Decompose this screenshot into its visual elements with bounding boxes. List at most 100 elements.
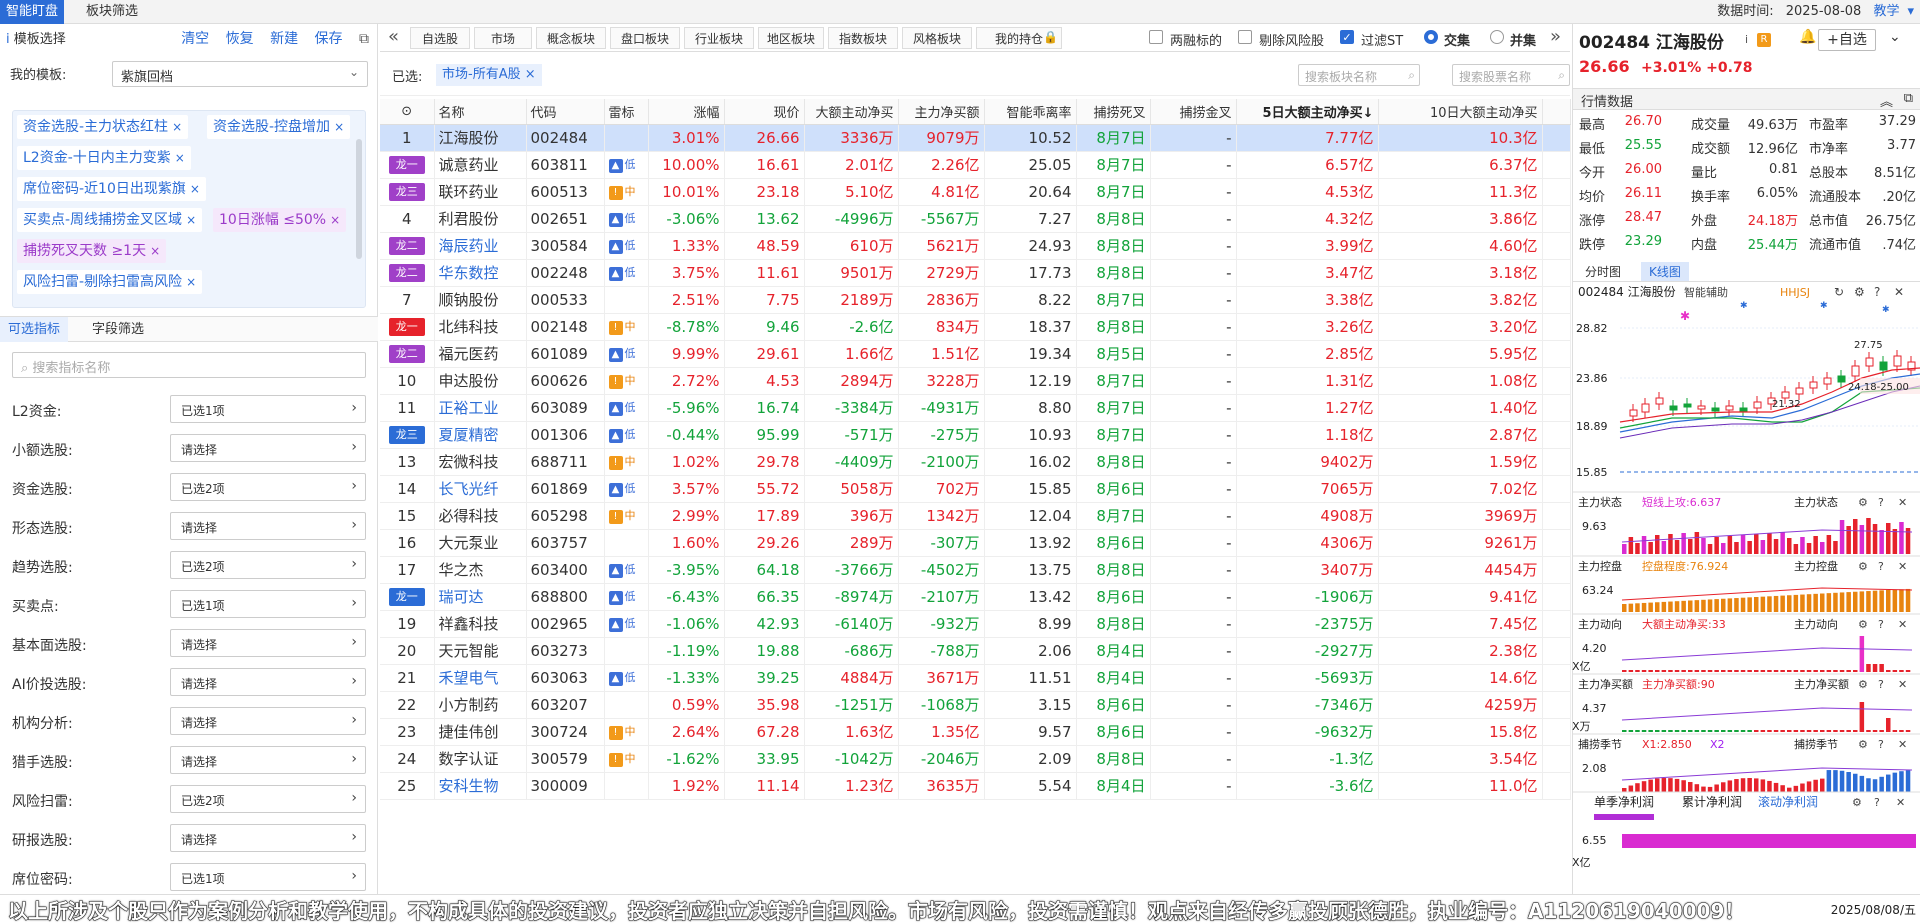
toolbar-tab[interactable]: 行业板块 xyxy=(684,27,754,49)
tab-minute[interactable]: 分时图 xyxy=(1579,262,1627,281)
condition-tag[interactable]: 10日涨幅 ≤50% × xyxy=(213,208,347,232)
info-icon[interactable]: ⅰ xyxy=(1745,33,1748,46)
toolbar-tab[interactable]: 指数板块 xyxy=(828,27,898,49)
table-row[interactable]: 16 大元泵业 603757 1.60% 29.26 289万 -307万 13… xyxy=(380,529,1571,557)
tab-fields[interactable]: 字段筛选 xyxy=(84,317,152,342)
col-5d-net[interactable]: 5日大额主动净买↓ xyxy=(1236,99,1379,125)
table-row[interactable]: 24 数字认证 300579 ! 中 -1.62% 33.95 -1042万 -2… xyxy=(380,745,1571,773)
table-row[interactable]: 龙二 华东数控 002248 ▲ 低 3.75% 11.61 9501万 2729… xyxy=(380,259,1571,287)
filter-select[interactable]: 请选择 › xyxy=(170,746,366,774)
filter-select[interactable]: 请选择 › xyxy=(170,668,366,696)
selected-market-tag[interactable]: 市场-所有A股 × xyxy=(436,64,542,86)
table-row[interactable]: 22 小方制药 603207 0.59% 35.98 -1251万 -1068万… xyxy=(380,691,1571,719)
tab-indicators[interactable]: 可选指标 xyxy=(0,317,69,342)
condition-tag[interactable]: 资金选股-主力状态红柱 × xyxy=(17,115,189,139)
table-row[interactable]: 4 利君股份 002651 ▲ 低 -3.06% 13.62 -4996万 -55… xyxy=(380,205,1571,233)
table-row[interactable]: 龙三 夏厦精密 001306 ▲ 低 -0.44% 95.99 -571万 -27… xyxy=(380,421,1571,449)
table-row[interactable]: 13 宏微科技 688711 ! 中 1.02% 29.78 -4409万 -21… xyxy=(380,448,1571,476)
table-row[interactable]: 15 必得科技 605298 ! 中 2.99% 17.89 396万 1342万… xyxy=(380,502,1571,530)
table-row[interactable]: 25 安科生物 300009 1.92% 11.14 1.23亿 3635万 5… xyxy=(380,772,1571,800)
filter-select[interactable]: 已选1项 › xyxy=(170,590,366,618)
table-row[interactable]: 7 顺钠股份 000533 2.51% 7.75 2189万 2836万 8.2… xyxy=(380,286,1571,314)
toolbar-tab[interactable]: 地区板块 xyxy=(758,27,824,49)
table-row[interactable]: 龙一 瑞可达 688800 ▲ 低 -6.43% 66.35 -8974万 -21… xyxy=(380,583,1571,611)
tab-smart-watch[interactable]: 智能盯盘 xyxy=(0,0,65,24)
col-golden-cross[interactable]: 捕捞金叉 xyxy=(1150,99,1237,125)
create-button[interactable]: 新建 xyxy=(270,31,298,47)
col-10d-net[interactable]: 10日大额主动净买 xyxy=(1378,99,1543,125)
add-watchlist-button[interactable]: +自选 xyxy=(1818,29,1876,51)
teach-link[interactable]: 教学 xyxy=(1873,4,1899,19)
filter-select[interactable]: 请选择 › xyxy=(170,629,366,657)
table-row[interactable]: 20 天元智能 603273 -1.19% 19.88 -686万 -788万 … xyxy=(380,637,1571,665)
template-select[interactable]: 紫旗回档 ⌄ xyxy=(112,61,368,87)
toolbar-tab[interactable]: 风格板块 xyxy=(902,27,972,49)
indicator-bar xyxy=(1655,730,1660,732)
condition-tag[interactable]: L2资金-十日内主力变紫 × xyxy=(17,146,191,170)
deviation: 13.42 xyxy=(984,583,1077,611)
filter-select[interactable]: 已选1项 › xyxy=(170,395,366,423)
filter-st-checkbox[interactable]: ✓ xyxy=(1340,30,1354,44)
toolbar-tab[interactable]: 市场 xyxy=(474,27,532,49)
filter-select[interactable]: 请选择 › xyxy=(170,434,366,462)
condition-tag[interactable]: 捕捞死叉天数 ≥1天 × xyxy=(17,239,167,263)
col-risk[interactable]: 雷标 xyxy=(604,99,649,125)
filter-select[interactable]: 已选2项 › xyxy=(170,473,366,501)
chevron-down-icon[interactable]: ⌄ xyxy=(1889,29,1901,45)
table-row[interactable]: 龙二 福元医药 601089 ▲ 低 9.99% 29.61 1.66亿 1.51… xyxy=(380,340,1571,368)
export-icon[interactable]: ⧉ xyxy=(359,31,369,47)
collapse-right-icon[interactable]: » xyxy=(1550,26,1561,47)
bell-icon[interactable]: 🔔 xyxy=(1799,29,1816,45)
stock-search-input[interactable]: 搜索股票名称 ⌕ xyxy=(1452,64,1570,86)
col-code[interactable]: 代码 xyxy=(526,99,605,125)
scrollbar[interactable] xyxy=(356,139,362,259)
filter-select[interactable]: 已选2项 › xyxy=(170,785,366,813)
table-row[interactable]: 19 祥鑫科技 002965 ▲ 低 -1.06% 42.93 -6140万 -9… xyxy=(380,610,1571,638)
condition-tag[interactable]: 买卖点-周线捕捞金叉区域 × xyxy=(17,208,203,232)
intersection-radio[interactable] xyxy=(1424,30,1438,44)
table-row[interactable]: 21 禾望电气 603063 ▲ 低 -1.33% 39.25 4884万 367… xyxy=(380,664,1571,692)
settings-icon[interactable]: ⊙ xyxy=(380,99,435,125)
col-dead-cross[interactable]: 捕捞死叉 xyxy=(1076,99,1151,125)
toolbar-tab[interactable]: 自选股 xyxy=(410,27,470,49)
table-row[interactable]: 龙一 北纬科技 002148 ! 中 -8.78% 9.46 -2.6亿 834万… xyxy=(380,313,1571,341)
col-deviation[interactable]: 智能乖离率 xyxy=(984,99,1077,125)
col-main-net[interactable]: 主力净买额 xyxy=(898,99,985,125)
table-row[interactable]: 龙一 诚意药业 603811 ▲ 低 10.00% 16.61 2.01亿 2.2… xyxy=(380,151,1571,179)
table-row[interactable]: 龙三 联环药业 600513 ! 中 10.01% 23.18 5.10亿 4.8… xyxy=(380,178,1571,206)
table-row[interactable]: 1 江海股份 002484 3.01% 26.66 3336万 9079万 10… xyxy=(380,124,1571,152)
table-row[interactable]: 11 正裕工业 603089 ▲ 低 -5.96% 16.74 -3384万 -4… xyxy=(380,394,1571,422)
condition-tag[interactable]: 席位密码-近10日出现紫旗 × xyxy=(17,177,206,201)
clear-button[interactable]: 清空 xyxy=(181,31,209,47)
col-price[interactable]: 现价 xyxy=(724,99,805,125)
table-row[interactable]: 17 华之杰 603400 ▲ 低 -3.95% 64.18 -3766万 -45… xyxy=(380,556,1571,584)
collapse-left-icon[interactable]: « xyxy=(388,26,399,47)
condition-tag[interactable]: 风险扫雷-剔除扫雷高风险 × xyxy=(17,270,203,294)
sector-search-input[interactable]: 搜索板块名称 ⌕ xyxy=(1298,64,1420,86)
margin-checkbox[interactable] xyxy=(1149,30,1163,44)
filter-select[interactable]: 已选1项 › xyxy=(170,863,366,891)
union-radio[interactable] xyxy=(1490,30,1504,44)
table-row[interactable]: 10 申达股份 600626 ! 中 2.72% 4.53 2894万 3228万… xyxy=(380,367,1571,395)
toolbar-tab[interactable]: 盘口板块 xyxy=(610,27,680,49)
table-row[interactable]: 23 捷佳伟创 300724 ! 中 2.64% 67.28 1.63亿 1.35… xyxy=(380,718,1571,746)
filter-select[interactable]: 请选择 › xyxy=(170,824,366,852)
col-name[interactable]: 名称 xyxy=(434,99,527,125)
filter-select[interactable]: 请选择 › xyxy=(170,512,366,540)
toolbar-tab[interactable]: 概念板块 xyxy=(536,27,606,49)
col-pct[interactable]: 涨幅 xyxy=(648,99,725,125)
filter-select[interactable]: 已选2项 › xyxy=(170,551,366,579)
table-row[interactable]: 龙二 海辰药业 300584 ▲ 低 1.33% 48.59 610万 5621万… xyxy=(380,232,1571,260)
tab-kline[interactable]: K线图 xyxy=(1641,262,1689,281)
col-big-net[interactable]: 大额主动净买 xyxy=(804,99,899,125)
condition-tag[interactable]: 资金选股-控盘增加 × xyxy=(207,115,351,139)
tab-sector-filter[interactable]: 板块筛选 xyxy=(80,0,144,24)
exclude-risk-checkbox[interactable] xyxy=(1238,30,1252,44)
restore-button[interactable]: 恢复 xyxy=(226,31,254,47)
indicator-search-input[interactable]: ⌕ 搜索指标名称 xyxy=(12,352,366,378)
table-row[interactable]: 14 长飞光纤 601869 ▲ 低 3.57% 55.72 5058万 702万… xyxy=(380,475,1571,503)
save-button[interactable]: 保存 xyxy=(315,31,343,47)
chevron-down-icon[interactable]: ▾ xyxy=(1907,4,1914,19)
indicator-bar xyxy=(1721,730,1726,732)
filter-select[interactable]: 请选择 › xyxy=(170,707,366,735)
